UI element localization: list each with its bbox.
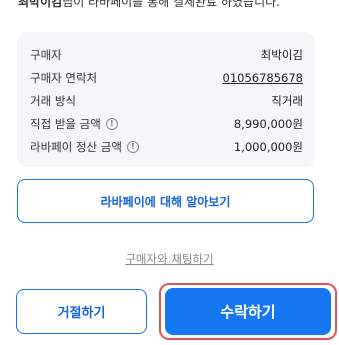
- info-value: 1,000,000원: [233, 140, 303, 154]
- info-label-with-icon: 직접 받을 금액 !: [30, 116, 118, 132]
- buyer-phone-link[interactable]: 01056785678: [223, 71, 303, 85]
- info-row-buyer-phone: 구매자 연락처 01056785678: [30, 68, 303, 88]
- info-row-settlement-amount: 라바페이 정산 금액 ! 1,000,000원: [30, 137, 303, 157]
- info-icon[interactable]: !: [105, 118, 118, 130]
- info-label: 구매자: [30, 48, 62, 62]
- accept-button[interactable]: 수락하기: [165, 288, 331, 335]
- info-label-text: 라바페이 정산 금액: [30, 140, 122, 154]
- transaction-info-card: 구매자 최박이김 구매자 연락처 01056785678 거래 방식 직거래 직…: [17, 32, 315, 167]
- payment-notice-text: 님이 라바페이를 통해 결제완료 하였습니다.: [62, 0, 280, 9]
- info-row-buyer: 구매자 최박이김: [30, 45, 303, 65]
- info-row-trade-method: 거래 방식 직거래: [30, 91, 303, 111]
- info-value: 직거래: [271, 94, 303, 108]
- info-label-text: 직접 받을 금액: [30, 117, 101, 131]
- info-label: 구매자 연락처: [30, 71, 98, 85]
- buyer-name-bold: 최박이김: [18, 0, 63, 9]
- info-value: 8,990,000원: [233, 117, 303, 131]
- info-icon[interactable]: !: [126, 141, 139, 153]
- payment-notice: 최박이김님이 라바페이를 통해 결제완료 하였습니다.: [18, 0, 280, 10]
- reject-button[interactable]: 거절하기: [16, 289, 147, 334]
- info-label: 거래 방식: [30, 94, 76, 108]
- info-row-direct-amount: 직접 받을 금액 ! 8,990,000원: [30, 114, 303, 134]
- info-value: 최박이김: [260, 48, 303, 62]
- info-label-with-icon: 라바페이 정산 금액 !: [30, 139, 139, 155]
- learn-about-lavapay-button[interactable]: 라바페이에 대해 알아보기: [17, 179, 314, 223]
- chat-with-buyer-link[interactable]: 구매자와 채팅하기: [0, 251, 339, 267]
